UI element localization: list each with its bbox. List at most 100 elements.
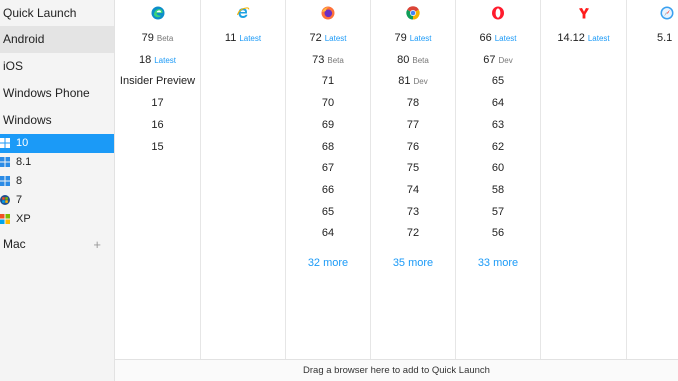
- version-item[interactable]: 15: [115, 137, 200, 158]
- version-item[interactable]: 76: [371, 137, 455, 158]
- version-item[interactable]: 79 Latest: [371, 28, 455, 49]
- safari-icon[interactable]: [660, 6, 674, 20]
- sidebar-item-windows-7[interactable]: 7: [0, 191, 114, 210]
- chrome-icon[interactable]: [406, 6, 420, 20]
- sidebar-item-windows[interactable]: Windows: [0, 107, 114, 134]
- browser-column-ie: 11 Latest: [201, 0, 286, 359]
- version-number: 73: [312, 54, 325, 66]
- version-item[interactable]: 80 Beta: [371, 50, 455, 71]
- windows-7-icon: [0, 195, 10, 205]
- version-number: 79: [141, 32, 154, 44]
- version-number: 72: [406, 227, 420, 239]
- version-item[interactable]: 72 Latest: [286, 28, 370, 49]
- version-item[interactable]: 57: [456, 202, 540, 223]
- sidebar-item-windows-8[interactable]: 8: [0, 172, 114, 191]
- sidebar-item-windows-10[interactable]: 10: [0, 134, 114, 153]
- version-number: 11: [224, 32, 237, 44]
- version-item[interactable]: 60: [456, 158, 540, 179]
- quick-launch-drop-zone[interactable]: Drag a browser here to add to Quick Laun…: [115, 359, 678, 381]
- version-item[interactable]: 77: [371, 115, 455, 136]
- sidebar-item-label: 8: [16, 175, 23, 187]
- sidebar-item-windows-8-1[interactable]: 8.1: [0, 153, 114, 172]
- version-item[interactable]: 73: [371, 202, 455, 223]
- version-number: 66: [479, 32, 492, 44]
- version-number: 5.1: [657, 32, 673, 44]
- version-number: 67: [483, 54, 496, 66]
- version-number: 81: [398, 75, 411, 87]
- version-number: 63: [491, 119, 505, 131]
- version-item[interactable]: 67: [286, 158, 370, 179]
- windows-8-icon: [0, 157, 10, 167]
- version-item[interactable]: 74: [371, 180, 455, 201]
- column-header: [201, 0, 285, 26]
- version-item[interactable]: 81 Dev: [371, 71, 455, 92]
- column-header: [286, 0, 370, 26]
- more-versions-link[interactable]: 35 more: [371, 253, 455, 274]
- version-number: 77: [406, 119, 420, 131]
- version-item[interactable]: 68: [286, 137, 370, 158]
- sidebar-item-label: Mac: [3, 237, 26, 251]
- version-item[interactable]: 17: [115, 93, 200, 114]
- sidebar-item-windows-phone[interactable]: Windows Phone: [0, 80, 114, 107]
- version-item[interactable]: 72: [371, 223, 455, 244]
- version-item[interactable]: 18 Latest: [115, 50, 200, 71]
- version-number: 14.12: [557, 32, 585, 44]
- windows-xp-icon: [0, 214, 10, 224]
- more-versions-link[interactable]: 33 more: [456, 253, 540, 274]
- version-item[interactable]: 78: [371, 93, 455, 114]
- firefox-icon[interactable]: [321, 6, 335, 20]
- version-number: 70: [321, 97, 335, 109]
- version-tag: Latest: [494, 34, 517, 43]
- version-item[interactable]: 5.1: [657, 28, 672, 49]
- version-item[interactable]: 73 Beta: [286, 50, 370, 71]
- sidebar-item-ios[interactable]: iOS: [0, 53, 114, 80]
- version-tag: Latest: [154, 56, 177, 65]
- windows-8-icon: [0, 176, 10, 186]
- sidebar-item-mac[interactable]: Mac +: [0, 231, 114, 258]
- version-number: 72: [309, 32, 322, 44]
- version-tag: Beta: [156, 34, 174, 43]
- edge-browser-icon[interactable]: [151, 6, 165, 20]
- more-versions-link[interactable]: 32 more: [286, 253, 370, 274]
- column-header: [627, 0, 678, 26]
- version-item[interactable]: 66: [286, 180, 370, 201]
- version-item[interactable]: 71: [286, 71, 370, 92]
- version-number: 67: [321, 162, 335, 174]
- os-sidebar: Quick Launch Android iOS Windows Phone W…: [0, 0, 115, 381]
- version-item[interactable]: 64: [286, 223, 370, 244]
- version-number: 65: [491, 75, 505, 87]
- version-number: 79: [394, 32, 407, 44]
- version-item[interactable]: 62: [456, 137, 540, 158]
- version-item[interactable]: 58: [456, 180, 540, 201]
- expand-plus-icon[interactable]: +: [93, 231, 101, 258]
- version-item[interactable]: 66 Latest: [456, 28, 540, 49]
- version-item[interactable]: 14.12 Latest: [541, 28, 626, 49]
- yandex-icon[interactable]: [577, 6, 591, 20]
- version-item[interactable]: 69: [286, 115, 370, 136]
- version-item[interactable]: 67 Dev: [456, 50, 540, 71]
- version-item[interactable]: 63: [456, 115, 540, 136]
- column-header: [456, 0, 540, 26]
- version-item[interactable]: 64: [456, 93, 540, 114]
- column-header: [115, 0, 200, 26]
- version-item[interactable]: 16: [115, 115, 200, 136]
- sidebar-item-android[interactable]: Android: [0, 26, 114, 53]
- version-tag: Latest: [587, 34, 610, 43]
- sidebar-item-quick-launch[interactable]: Quick Launch: [0, 0, 114, 26]
- version-item[interactable]: 65: [456, 71, 540, 92]
- version-item[interactable]: 11 Latest: [201, 28, 285, 49]
- version-item[interactable]: 70: [286, 93, 370, 114]
- internet-explorer-icon[interactable]: [236, 6, 250, 20]
- version-item[interactable]: 65: [286, 202, 370, 223]
- sidebar-item-windows-xp[interactable]: XP: [0, 210, 114, 229]
- version-item[interactable]: 79 Beta: [115, 28, 200, 49]
- version-item[interactable]: 75: [371, 158, 455, 179]
- sidebar-item-label: 10: [16, 137, 29, 149]
- browser-column-opera: 66 Latest 67 Dev 65 64 63 62 60 58 57 56 3…: [456, 0, 541, 359]
- opera-icon[interactable]: [491, 6, 505, 20]
- version-item[interactable]: Insider Preview: [115, 71, 200, 92]
- version-tag: Latest: [239, 34, 262, 43]
- version-number: 69: [321, 119, 335, 131]
- version-number: 60: [491, 162, 505, 174]
- version-item[interactable]: 56: [456, 223, 540, 244]
